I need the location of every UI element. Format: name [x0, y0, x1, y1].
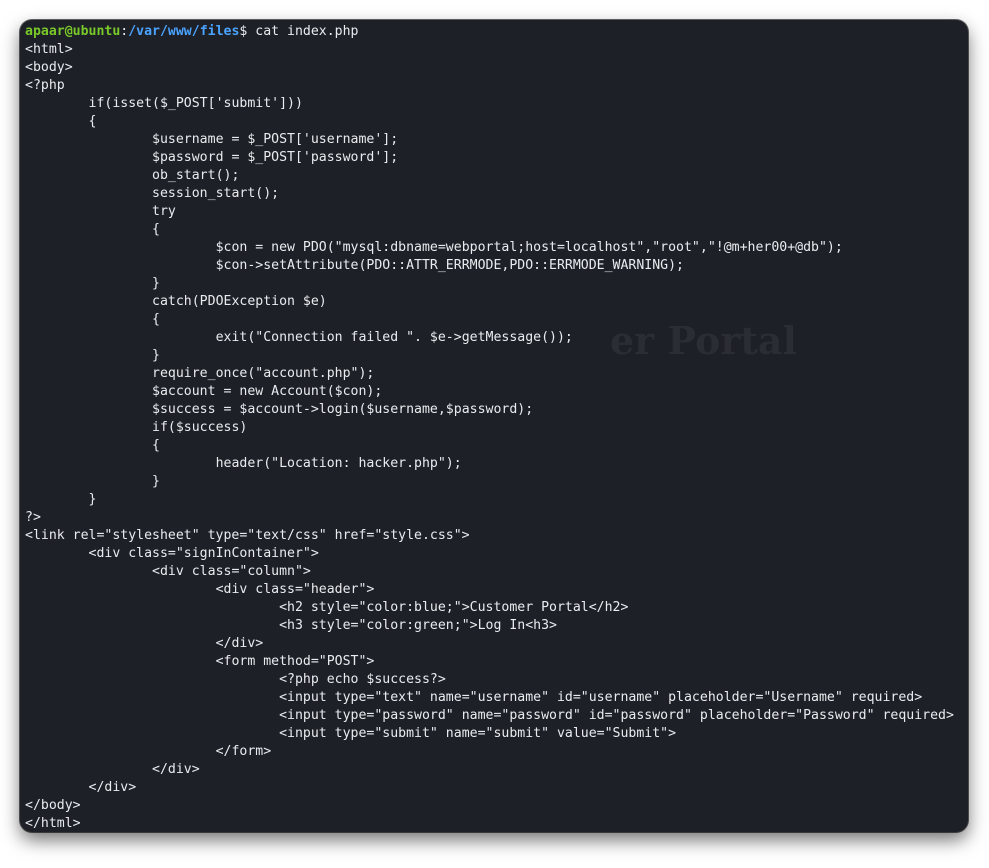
output-line: <?php — [25, 78, 65, 93]
output-line: } — [25, 276, 160, 291]
output-line: $password = $_POST['password']; — [25, 150, 399, 165]
command-output: <html> <body> <?php if(isset($_POST['submi… — [25, 41, 954, 832]
prompt-user-host: apaar@ubuntu — [25, 24, 121, 39]
output-line: { — [25, 222, 160, 237]
output-line: if(isset($_POST['submit'])) — [25, 96, 303, 111]
output-line: <link rel="stylesheet" type="text/css" h… — [25, 528, 470, 543]
output-line: <h2 style="color:blue;">Customer Portal<… — [25, 600, 629, 615]
output-line: <h3 style="color:green;">Log In<h3> — [25, 618, 557, 633]
output-line: <div class="header"> — [25, 582, 375, 597]
output-line: header("Location: hacker.php"); — [25, 456, 462, 471]
output-line: } — [25, 348, 160, 363]
output-line: $username = $_POST['username']; — [25, 132, 399, 147]
output-line: <input type="password" name="password" i… — [25, 708, 954, 723]
output-line: </html> — [25, 816, 81, 831]
prompt-symbol: $ — [239, 24, 256, 39]
output-line: { — [25, 114, 97, 129]
output-line: ob_start(); — [25, 168, 240, 183]
prompt-line: apaar@ubuntu:/var/www/files$ cat index.p… — [25, 23, 954, 41]
output-line: </form> — [25, 744, 272, 759]
terminal-window[interactable]: er Portal apaar@ubuntu:/var/www/files$ c… — [20, 20, 968, 832]
output-line: </div> — [25, 762, 200, 777]
output-line: </div> — [25, 780, 137, 795]
output-line: <div class="column"> — [25, 564, 311, 579]
output-line: $con = new PDO("mysql:dbname=webportal;h… — [25, 240, 843, 255]
output-line: ?> — [25, 510, 41, 525]
output-line: </div> — [25, 636, 264, 651]
output-line: session_start(); — [25, 186, 280, 201]
output-line: <?php echo $success?> — [25, 672, 446, 687]
terminal-output[interactable]: apaar@ubuntu:/var/www/files$ cat index.p… — [25, 23, 954, 832]
output-line: <form method="POST"> — [25, 654, 375, 669]
output-line: exit("Connection failed ". $e->getMessag… — [25, 330, 573, 345]
output-line: try — [25, 204, 176, 219]
output-line: $success = $account->login($username,$pa… — [25, 402, 534, 417]
output-line: $account = new Account($con); — [25, 384, 383, 399]
output-line: </body> — [25, 798, 81, 813]
prompt-command: cat index.php — [255, 24, 359, 39]
output-line: } — [25, 492, 97, 507]
output-line: { — [25, 438, 160, 453]
output-line: <div class="signInContainer"> — [25, 546, 319, 561]
output-line: require_once("account.php"); — [25, 366, 375, 381]
output-line: <input type="submit" name="submit" value… — [25, 726, 677, 741]
output-line: <body> — [25, 60, 73, 75]
output-line: } — [25, 474, 160, 489]
output-line: if($success) — [25, 420, 248, 435]
output-line: <html> — [25, 42, 73, 57]
output-line: $con->setAttribute(PDO::ATTR_ERRMODE,PDO… — [25, 258, 684, 273]
output-line: catch(PDOException $e) — [25, 294, 327, 309]
output-line: { — [25, 312, 160, 327]
output-line: <input type="text" name="username" id="u… — [25, 690, 923, 705]
prompt-path: /var/www/files — [128, 24, 240, 39]
